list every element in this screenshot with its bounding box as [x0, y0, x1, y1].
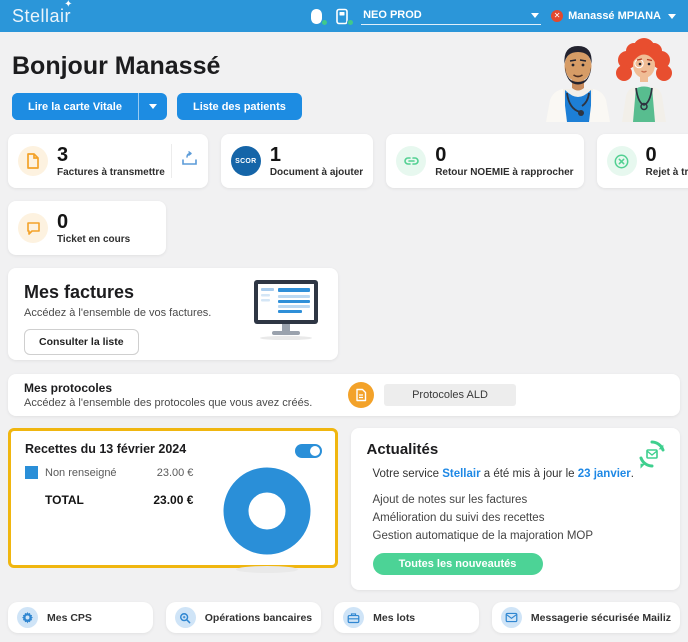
rejets-label: Rejet à traiter	[646, 167, 688, 178]
mes-protocoles-card: Mes protocoles Accédez à l'ensemble des …	[8, 374, 680, 416]
update-end: .	[631, 468, 634, 480]
actualites-card: Actualités Votre service Stellair a été …	[351, 428, 681, 590]
dashboard: Bonjour Manassé Lire la carte Vitale Lis…	[0, 32, 688, 642]
send-tray-icon	[181, 150, 198, 172]
recettes-toggle[interactable]	[295, 444, 322, 458]
factures-label: Factures à transmettre	[57, 167, 165, 178]
tickets-count: 0	[57, 212, 130, 233]
stellair-logo: Stellair✦	[12, 6, 71, 27]
briefcase-icon	[343, 607, 364, 628]
environment-value: NEO PROD	[363, 9, 422, 21]
legend-swatch-non-renseigne	[25, 466, 38, 479]
card-document-a-ajouter[interactable]: SCOR 1 Document à ajouter	[221, 134, 373, 188]
card-rejet-a-traiter[interactable]: 0 Rejet à traiter	[597, 134, 688, 188]
mes-protocoles-title: Mes protocoles	[24, 381, 344, 395]
mes-lots-button[interactable]: Mes lots	[334, 602, 479, 633]
noemie-label: Retour NOEMIE à rapprocher	[435, 167, 573, 178]
noemie-count: 0	[435, 145, 573, 166]
read-vitale-button[interactable]: Lire la carte Vitale	[12, 93, 138, 120]
tickets-label: Ticket en cours	[57, 234, 130, 245]
recettes-donut-chart	[221, 465, 313, 573]
mail-icon	[501, 607, 522, 628]
toutes-les-nouveautes-button[interactable]: Toutes les nouveautés	[373, 553, 543, 575]
messagerie-mailiz-button[interactable]: Messagerie sécurisée Mailiz	[492, 602, 680, 633]
documents-label: Document à ajouter	[270, 167, 363, 178]
total-label: TOTAL	[45, 493, 84, 507]
news-item: Ajout de notes sur les factures	[373, 492, 665, 510]
status-ok-dot	[321, 19, 328, 26]
mes-cps-button[interactable]: Mes CPS	[8, 602, 153, 633]
total-value: 23.00 €	[90, 493, 194, 507]
doctors-illustration	[530, 36, 680, 127]
update-prefix: Votre service	[373, 468, 439, 480]
update-sentence: Votre service Stellair a été mis à jour …	[373, 468, 665, 480]
legend-label: Non renseigné	[45, 467, 117, 479]
magnifier-icon	[175, 607, 196, 628]
invoice-document-icon	[18, 146, 48, 176]
documents-count: 1	[270, 145, 363, 166]
sparkle-icon: ✦	[64, 0, 73, 10]
patient-list-button[interactable]: Liste des patients	[177, 93, 302, 120]
chevron-down-icon	[531, 13, 539, 18]
operations-bancaires-button[interactable]: Opérations bancaires	[166, 602, 321, 633]
news-item: Amélioration du suivi des recettes	[373, 510, 665, 528]
protocoles-ald-button[interactable]: Protocoles ALD	[384, 384, 516, 406]
update-brand: Stellair	[442, 468, 480, 480]
rejets-count: 0	[646, 145, 688, 166]
news-refresh-icon	[636, 438, 668, 475]
chevron-down-icon	[668, 14, 676, 19]
read-vitale-split-button: Lire la carte Vitale	[12, 93, 167, 120]
computer-monitor-illustration	[250, 280, 324, 345]
recettes-title: Recettes du 13 février 2024	[25, 442, 321, 456]
chevron-down-icon	[149, 104, 157, 109]
top-bar: Stellair✦ NEO PROD ✕ Manassé MPIANA	[0, 0, 688, 32]
user-name: Manassé MPIANA	[568, 10, 661, 22]
card-factures-a-transmettre[interactable]: 3 Factures à transmettre	[8, 134, 208, 188]
card-reader-icon	[309, 7, 325, 25]
actualites-title: Actualités	[367, 441, 665, 458]
environment-select[interactable]: NEO PROD	[361, 7, 541, 25]
update-middle: a été mis à jour le	[484, 468, 575, 480]
factures-count: 3	[57, 145, 165, 166]
user-status-error-icon: ✕	[551, 10, 563, 22]
cross-circle-icon	[607, 146, 637, 176]
status-ok-dot	[347, 19, 354, 26]
mes-factures-card: Mes factures Accédez à l'ensemble de vos…	[8, 268, 338, 360]
terminal-icon	[335, 7, 351, 25]
user-menu[interactable]: ✕ Manassé MPIANA	[551, 10, 676, 22]
scor-badge-icon: SCOR	[231, 146, 261, 176]
card-retour-noemie[interactable]: 0 Retour NOEMIE à rapprocher	[386, 134, 583, 188]
donut-shadow	[236, 566, 298, 573]
transmit-invoices-button[interactable]	[171, 144, 198, 178]
protocol-document-icon	[348, 382, 374, 408]
gear-icon	[17, 607, 38, 628]
card-ticket-en-cours[interactable]: 0 Ticket en cours	[8, 201, 166, 255]
mes-protocoles-description: Accédez à l'ensemble des protocoles que …	[24, 397, 344, 409]
legend-value: 23.00 €	[123, 467, 194, 479]
consulter-liste-button[interactable]: Consulter la liste	[24, 329, 139, 355]
read-vitale-dropdown[interactable]	[138, 93, 167, 120]
news-item: Gestion automatique de la majoration MOP	[373, 528, 665, 546]
chat-bubble-icon	[18, 213, 48, 243]
link-icon	[396, 146, 426, 176]
recettes-card: Recettes du 13 février 2024 Non renseign…	[8, 428, 338, 568]
update-date-link[interactable]: 23 janvier	[578, 468, 631, 480]
